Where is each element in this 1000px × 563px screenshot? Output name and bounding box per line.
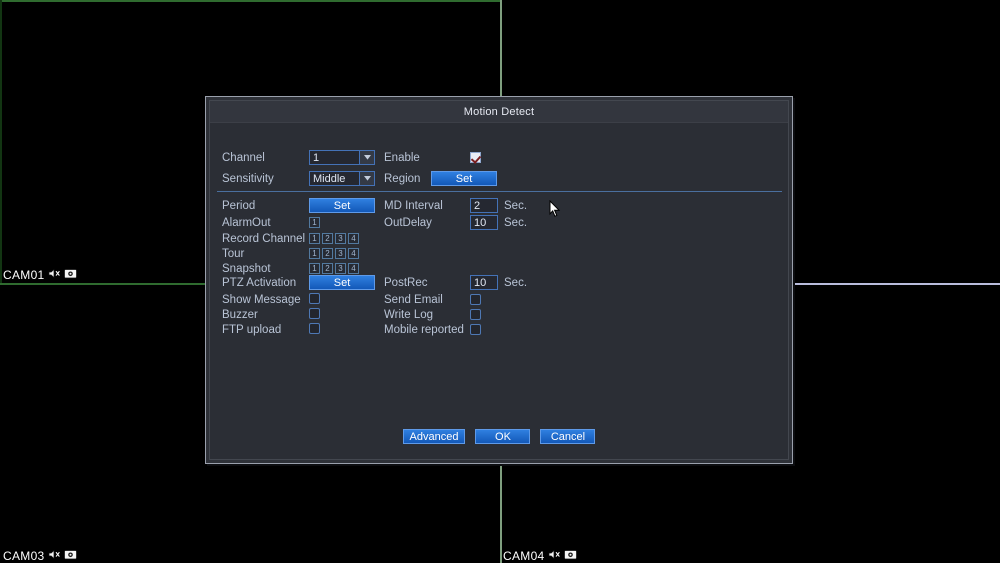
camera-record-icon [63, 268, 77, 282]
camera-label-text: CAM01 [3, 268, 45, 282]
md-interval-unit: Sec. [504, 199, 528, 212]
buzzer-checkbox[interactable] [309, 307, 320, 319]
show-message-label: Show Message [222, 293, 301, 306]
enable-label: Enable [384, 151, 420, 164]
tour-channel-4[interactable]: 4 [348, 248, 359, 259]
buzzer-label: Buzzer [222, 308, 258, 321]
record-channel-2[interactable]: 2 [322, 233, 333, 244]
motion-detect-dialog: Motion Detect Channel 1 Enable Sensitivi… [205, 96, 793, 464]
dialog-form: Channel 1 Enable Sensitivity Middle Regi… [210, 123, 788, 459]
wall-edge-top [0, 0, 500, 2]
tour-channel-2[interactable]: 2 [322, 248, 333, 259]
outdelay-label: OutDelay [384, 216, 432, 229]
ftp-upload-checkbox-wrap [309, 321, 375, 339]
camera-record-icon [563, 549, 577, 563]
sensitivity-select-value: Middle [313, 172, 346, 185]
speaker-mute-icon [48, 549, 61, 563]
channel-label: Channel [222, 151, 265, 164]
dialog-titlebar: Motion Detect [210, 101, 788, 123]
send-email-label: Send Email [384, 293, 443, 306]
ok-button[interactable]: OK [475, 429, 531, 444]
snapshot-channel-2[interactable]: 2 [322, 263, 333, 274]
row-period: Period Set MD Interval 2 Sec. [222, 197, 527, 214]
dialog-inner-frame: Motion Detect Channel 1 Enable Sensitivi… [209, 100, 789, 460]
camera-record-icon [63, 549, 77, 563]
channel-select[interactable]: 1 [309, 150, 375, 165]
row-alarmout: AlarmOut 1 OutDelay 10 Sec. [222, 214, 527, 231]
outdelay-unit: Sec. [504, 216, 528, 229]
alarmout-label: AlarmOut [222, 216, 271, 229]
alarmout-channel-group: 1 [309, 217, 375, 228]
chevron-down-icon[interactable] [359, 172, 374, 185]
chevron-down-icon[interactable] [359, 151, 374, 164]
record-channel-3[interactable]: 3 [335, 233, 346, 244]
sensitivity-select[interactable]: Middle [309, 171, 375, 186]
advanced-button[interactable]: Advanced [402, 429, 466, 444]
wall-edge-left [0, 0, 2, 283]
outdelay-input[interactable]: 10 [470, 215, 498, 230]
cancel-button[interactable]: Cancel [540, 429, 596, 444]
tour-channel-3[interactable]: 3 [335, 248, 346, 259]
snapshot-channel-4[interactable]: 4 [348, 263, 359, 274]
mouse-cursor [549, 199, 561, 218]
write-log-label: Write Log [384, 308, 434, 321]
sensitivity-label: Sensitivity [222, 172, 274, 185]
mobile-reported-label: Mobile reported [384, 323, 464, 336]
md-interval-label: MD Interval [384, 199, 443, 212]
snapshot-channel-1[interactable]: 1 [309, 263, 320, 274]
write-log-checkbox[interactable] [470, 309, 481, 320]
alarmout-channel-1[interactable]: 1 [309, 217, 320, 228]
send-email-checkbox[interactable] [470, 294, 481, 305]
region-set-button[interactable]: Set [431, 171, 497, 186]
record-channel-4[interactable]: 4 [348, 233, 359, 244]
md-interval-input[interactable]: 2 [470, 198, 498, 213]
tour-label: Tour [222, 247, 245, 260]
section-divider [217, 191, 782, 192]
show-message-checkbox[interactable] [309, 292, 320, 304]
camera-label-cam04[interactable]: CAM04 [503, 549, 577, 563]
postrec-label: PostRec [384, 276, 428, 289]
camera-label-text: CAM04 [503, 549, 545, 563]
camera-label-text: CAM03 [3, 549, 45, 563]
postrec-unit: Sec. [504, 276, 528, 289]
dialog-title: Motion Detect [463, 105, 535, 118]
dialog-footer: Advanced OK Cancel [210, 429, 788, 444]
channel-select-value: 1 [313, 151, 320, 164]
row-channel: Channel 1 Enable [222, 149, 481, 166]
snapshot-channel-group: 1 2 3 4 [309, 263, 359, 274]
snapshot-channel-3[interactable]: 3 [335, 263, 346, 274]
region-label: Region [384, 172, 421, 185]
camera-label-cam01[interactable]: CAM01 [3, 268, 77, 282]
snapshot-label: Snapshot [222, 262, 271, 275]
enable-checkbox[interactable] [470, 152, 481, 163]
speaker-mute-icon [548, 549, 561, 563]
tour-channel-group: 1 2 3 4 [309, 248, 359, 259]
postrec-input[interactable]: 10 [470, 275, 498, 290]
record-channel-group: 1 2 3 4 [309, 233, 359, 244]
mobile-reported-checkbox[interactable] [470, 324, 481, 335]
period-set-button[interactable]: Set [309, 198, 375, 213]
ftp-upload-label: FTP upload [222, 323, 282, 336]
speaker-mute-icon [48, 268, 61, 282]
period-label: Period [222, 199, 256, 212]
ptz-activation-label: PTZ Activation [222, 276, 297, 289]
camera-label-cam03[interactable]: CAM03 [3, 549, 77, 563]
tour-channel-1[interactable]: 1 [309, 248, 320, 259]
record-channel-label: Record Channel [222, 232, 306, 245]
ftp-upload-checkbox[interactable] [309, 322, 320, 334]
row-ptz-activation: PTZ Activation Set PostRec 10 Sec. [222, 274, 527, 291]
row-ftp-upload: FTP upload Mobile reported [222, 321, 481, 338]
ptz-activation-set-button[interactable]: Set [309, 275, 375, 290]
record-channel-1[interactable]: 1 [309, 233, 320, 244]
row-sensitivity: Sensitivity Middle Region Set [222, 170, 497, 187]
